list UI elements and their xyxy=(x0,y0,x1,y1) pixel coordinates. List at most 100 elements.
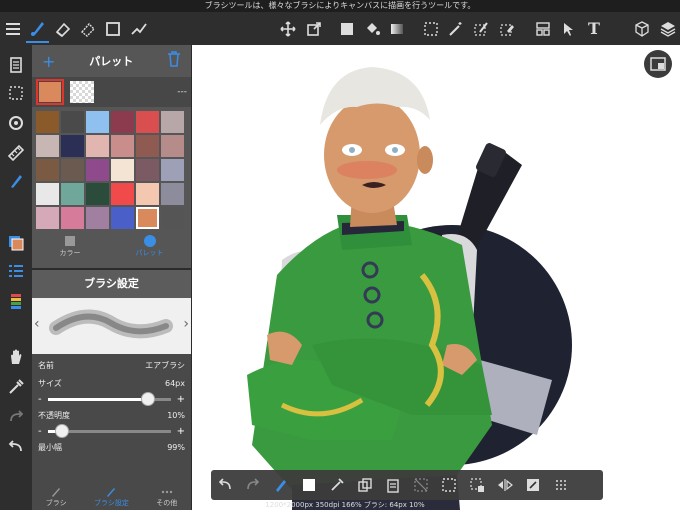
opacity-track[interactable] xyxy=(47,423,171,438)
palette-swatch[interactable] xyxy=(111,111,134,133)
palette-swatch[interactable] xyxy=(36,111,59,133)
size-plus-button[interactable]: + xyxy=(177,394,185,405)
layer-stack-icon[interactable] xyxy=(4,289,28,313)
clear-selection-icon[interactable] xyxy=(407,472,435,498)
fill-shape-icon[interactable] xyxy=(102,15,125,43)
hand-icon[interactable] xyxy=(4,345,28,369)
more-grid-icon[interactable] xyxy=(547,472,575,498)
transparent-swatch[interactable] xyxy=(70,81,94,103)
size-slider[interactable]: - + xyxy=(32,390,191,408)
palette-swatch[interactable] xyxy=(36,135,59,157)
brush-tool-icon[interactable] xyxy=(4,169,28,193)
opacity-knob[interactable] xyxy=(55,423,70,438)
text-icon[interactable]: T xyxy=(582,15,605,43)
palette-swatch[interactable] xyxy=(136,183,159,205)
size-minus-button[interactable]: - xyxy=(38,394,42,405)
flip-horizontal-icon[interactable] xyxy=(491,472,519,498)
palette-swatch[interactable] xyxy=(86,207,109,229)
ruler-icon[interactable] xyxy=(4,141,28,165)
edit-icon[interactable] xyxy=(127,15,150,43)
select-all-icon[interactable] xyxy=(435,472,463,498)
selection-icon[interactable] xyxy=(4,81,28,105)
material-icon[interactable] xyxy=(4,53,28,77)
opacity-plus-button[interactable]: + xyxy=(177,426,185,437)
palette-swatch[interactable] xyxy=(136,111,159,133)
magic-wand-icon[interactable] xyxy=(445,15,468,43)
transform-icon[interactable] xyxy=(302,15,325,43)
tab-brush[interactable]: ブラシ xyxy=(46,486,67,508)
eraser-icon[interactable] xyxy=(51,15,74,43)
palette-swatch[interactable] xyxy=(111,207,134,229)
stabilizer-brush-icon[interactable] xyxy=(267,472,295,498)
blur-icon[interactable] xyxy=(77,15,100,43)
palette-swatch[interactable] xyxy=(111,183,134,205)
menu-icon[interactable] xyxy=(1,15,24,43)
canvas-view-button[interactable] xyxy=(644,50,672,78)
tab-other[interactable]: その他 xyxy=(156,486,177,508)
move-icon[interactable] xyxy=(277,15,300,43)
palette-swatch[interactable] xyxy=(111,135,134,157)
eyedropper-icon[interactable] xyxy=(4,375,28,399)
palette-swatch[interactable] xyxy=(136,159,159,181)
select-pen-icon[interactable] xyxy=(470,15,493,43)
palette-swatch[interactable] xyxy=(86,159,109,181)
brush-icon[interactable] xyxy=(26,15,50,43)
drawing-canvas[interactable] xyxy=(192,45,680,510)
comic-frame-icon[interactable] xyxy=(532,15,555,43)
palette-swatch[interactable] xyxy=(136,207,159,229)
color-icon[interactable] xyxy=(4,231,28,255)
palette-swatch[interactable] xyxy=(86,183,109,205)
palette-swatch[interactable] xyxy=(61,111,84,133)
white-color-swatch[interactable] xyxy=(295,472,323,498)
palette-swatch[interactable] xyxy=(61,207,84,229)
palette-swatch[interactable] xyxy=(36,159,59,181)
chevron-right-icon[interactable]: › xyxy=(183,316,189,332)
3d-icon[interactable] xyxy=(631,15,654,43)
layers-icon[interactable] xyxy=(656,15,679,43)
palette-swatch[interactable] xyxy=(161,111,184,133)
palette-swatch[interactable] xyxy=(111,159,134,181)
pen-icon[interactable] xyxy=(323,472,351,498)
opacity-minus-button[interactable]: - xyxy=(38,426,42,437)
opacity-slider[interactable]: - + xyxy=(32,422,191,440)
current-color-swatch[interactable] xyxy=(36,79,64,105)
palette-swatch[interactable] xyxy=(161,135,184,157)
canvas-adjust-icon[interactable] xyxy=(519,472,547,498)
select-eraser-icon[interactable] xyxy=(495,15,518,43)
palette-swatch[interactable] xyxy=(161,207,184,229)
add-color-button[interactable]: + xyxy=(42,52,55,71)
brush-list-icon[interactable] xyxy=(4,259,28,283)
tab-color[interactable]: カラー xyxy=(60,234,81,258)
redo-button-icon[interactable] xyxy=(239,472,267,498)
palette-swatch[interactable] xyxy=(161,159,184,181)
fill-color-icon[interactable] xyxy=(335,15,358,43)
gradient-icon[interactable] xyxy=(386,15,409,43)
select-text-icon[interactable] xyxy=(557,15,580,43)
undo-icon[interactable] xyxy=(4,435,28,459)
tab-palette[interactable]: パレット xyxy=(136,234,164,258)
size-track[interactable] xyxy=(47,391,171,406)
copy-icon[interactable] xyxy=(351,472,379,498)
paste-icon[interactable] xyxy=(379,472,407,498)
trash-icon[interactable] xyxy=(167,51,181,71)
undo-button-icon[interactable] xyxy=(211,472,239,498)
palette-swatch[interactable] xyxy=(161,183,184,205)
palette-swatch[interactable] xyxy=(61,183,84,205)
palette-swatch[interactable] xyxy=(61,135,84,157)
select-icon[interactable] xyxy=(419,15,442,43)
palette-swatch[interactable] xyxy=(36,183,59,205)
palette-swatch[interactable] xyxy=(136,135,159,157)
palette-swatch[interactable] xyxy=(61,159,84,181)
palette-grid xyxy=(32,107,191,233)
tab-brush-settings[interactable]: ブラシ設定 xyxy=(94,486,129,508)
deselect-icon[interactable] xyxy=(463,472,491,498)
size-knob[interactable] xyxy=(141,391,156,406)
palette-swatch[interactable] xyxy=(86,111,109,133)
brush-name-row[interactable]: 名前 エアブラシ xyxy=(32,358,191,372)
palette-swatch[interactable] xyxy=(86,135,109,157)
palette-swatch[interactable] xyxy=(36,207,59,229)
rotate-icon[interactable] xyxy=(4,111,28,135)
chevron-left-icon[interactable]: ‹ xyxy=(34,316,40,332)
bucket-icon[interactable] xyxy=(361,15,384,43)
redo-icon[interactable] xyxy=(4,405,28,429)
